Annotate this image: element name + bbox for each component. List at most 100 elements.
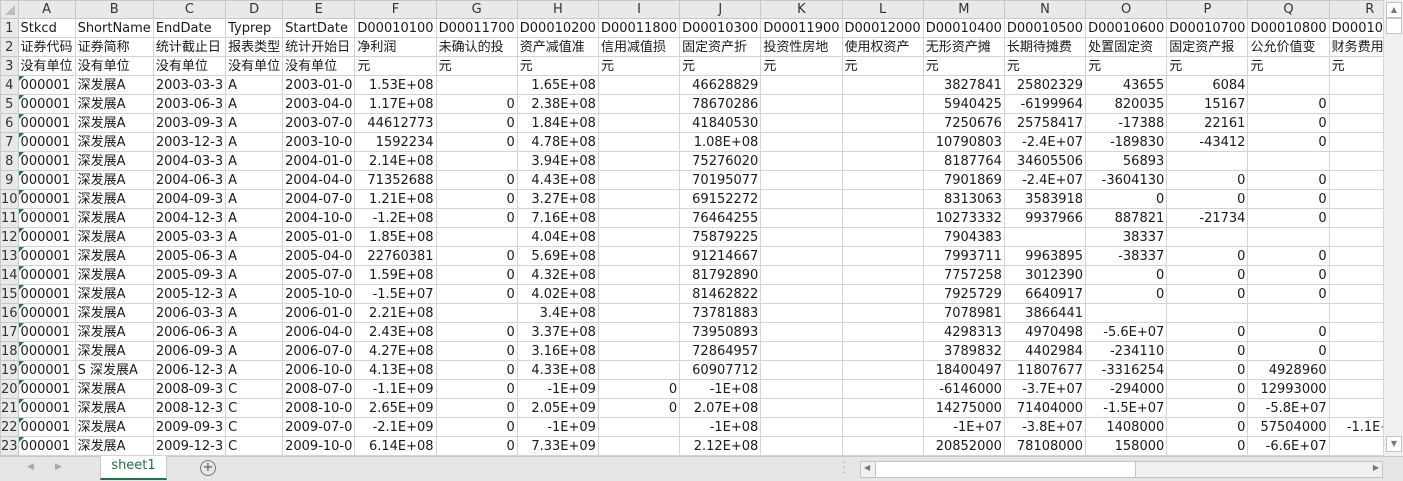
cell-J17[interactable]: 73950893 <box>679 322 762 342</box>
cell-F15[interactable]: -1.5E+07 <box>354 284 437 304</box>
cell-L16[interactable] <box>841 303 924 323</box>
cell-E10[interactable]: 2004-07-0 <box>282 189 356 209</box>
cell-J7[interactable]: 1.08E+08 <box>679 132 762 152</box>
cell-A15[interactable]: 000001 <box>17 284 76 304</box>
cell-D19[interactable]: A <box>225 360 284 380</box>
cell-P15[interactable]: 0 <box>1166 284 1249 304</box>
cell-I11[interactable] <box>597 208 681 228</box>
cell-B1[interactable]: ShortName <box>74 18 154 38</box>
cell-M5[interactable]: 5940425 <box>922 94 1005 114</box>
row-header[interactable]: 13 <box>0 246 19 266</box>
cell-F11[interactable]: -1.2E+08 <box>354 208 437 228</box>
cell-B11[interactable]: 深发展A <box>74 208 154 228</box>
cell-M19[interactable]: 18400497 <box>922 360 1005 380</box>
cell-O4[interactable]: 43655 <box>1085 75 1168 95</box>
scroll-right-icon[interactable]: ▶ <box>1373 463 1379 472</box>
cell-K11[interactable] <box>760 208 843 228</box>
cell-P22[interactable]: 0 <box>1166 417 1249 437</box>
cell-L14[interactable] <box>841 265 924 285</box>
cell-F5[interactable]: 1.17E+08 <box>354 94 437 114</box>
cell-I15[interactable] <box>597 284 681 304</box>
cell-Q23[interactable]: -6.6E+07 <box>1247 436 1330 456</box>
cell-J3[interactable]: 元 <box>679 56 762 76</box>
cell-I20[interactable]: 0 <box>597 379 681 399</box>
cell-H16[interactable]: 3.4E+08 <box>516 303 599 323</box>
triangle-right-icon[interactable]: ▶ <box>55 462 62 472</box>
cell-H2[interactable]: 资产减值准 <box>516 37 599 57</box>
cell-R2[interactable]: 财务费用(收 <box>1328 37 1383 57</box>
cell-H6[interactable]: 1.84E+08 <box>516 113 599 133</box>
cell-N10[interactable]: 3583918 <box>1003 189 1087 209</box>
row-header[interactable]: 1 <box>0 18 19 38</box>
cell-A12[interactable]: 000001 <box>17 227 76 247</box>
cell-R18[interactable]: 0 <box>1328 341 1383 361</box>
row-header[interactable]: 12 <box>0 227 19 247</box>
cell-N21[interactable]: 71404000 <box>1003 398 1087 418</box>
column-header-H[interactable]: H <box>516 0 599 19</box>
cell-E9[interactable]: 2004-04-0 <box>282 170 356 190</box>
cell-N22[interactable]: -3.8E+07 <box>1003 417 1087 437</box>
cell-O22[interactable]: 1408000 <box>1085 417 1168 437</box>
cell-E12[interactable]: 2005-01-0 <box>282 227 356 247</box>
cell-F16[interactable]: 2.21E+08 <box>354 303 437 323</box>
cell-A8[interactable]: 000001 <box>17 151 76 171</box>
row-header[interactable]: 19 <box>0 360 19 380</box>
cell-I14[interactable] <box>597 265 681 285</box>
cell-J21[interactable]: 2.07E+08 <box>679 398 762 418</box>
cell-A11[interactable]: 000001 <box>17 208 76 228</box>
cell-J22[interactable]: -1E+08 <box>679 417 762 437</box>
cell-M12[interactable]: 7904383 <box>922 227 1005 247</box>
cell-C5[interactable]: 2003-06-3 <box>152 94 227 114</box>
cell-Q4[interactable] <box>1247 75 1330 95</box>
triangle-left-icon[interactable]: ◀ <box>27 462 34 472</box>
cell-A20[interactable]: 000001 <box>17 379 76 399</box>
row-header[interactable]: 11 <box>0 208 19 228</box>
cell-A4[interactable]: 000001 <box>17 75 76 95</box>
cell-R9[interactable]: 0 <box>1328 170 1383 190</box>
cell-H14[interactable]: 4.32E+08 <box>516 265 599 285</box>
cell-D11[interactable]: A <box>225 208 284 228</box>
cell-O10[interactable]: 0 <box>1085 189 1168 209</box>
cell-D13[interactable]: A <box>225 246 284 266</box>
row-header[interactable]: 16 <box>0 303 19 323</box>
cell-L18[interactable] <box>841 341 924 361</box>
cell-C7[interactable]: 2003-12-3 <box>152 132 227 152</box>
row-header[interactable]: 10 <box>0 189 19 209</box>
cell-B18[interactable]: 深发展A <box>74 341 154 361</box>
cell-G8[interactable] <box>435 151 518 171</box>
cell-I1[interactable]: D00011800 <box>597 18 681 38</box>
cell-A17[interactable]: 000001 <box>17 322 76 342</box>
cell-G19[interactable]: 0 <box>435 360 518 380</box>
cell-C21[interactable]: 2008-12-3 <box>152 398 227 418</box>
cell-E18[interactable]: 2006-07-0 <box>282 341 356 361</box>
cell-A19[interactable]: 000001 <box>17 360 76 380</box>
cell-G3[interactable]: 元 <box>435 56 518 76</box>
cell-F13[interactable]: 22760381 <box>354 246 437 266</box>
cell-C4[interactable]: 2003-03-3 <box>152 75 227 95</box>
cell-M7[interactable]: 10790803 <box>922 132 1005 152</box>
cell-P11[interactable]: -21734 <box>1166 208 1249 228</box>
row-header[interactable]: 4 <box>0 75 19 95</box>
cell-L19[interactable] <box>841 360 924 380</box>
column-header-Q[interactable]: Q <box>1247 0 1330 19</box>
cell-P1[interactable]: D00010700 <box>1166 18 1249 38</box>
row-header[interactable]: 5 <box>0 94 19 114</box>
cell-B17[interactable]: 深发展A <box>74 322 154 342</box>
cell-P18[interactable]: 0 <box>1166 341 1249 361</box>
cell-K9[interactable] <box>760 170 843 190</box>
cell-P4[interactable]: 6084 <box>1166 75 1249 95</box>
cell-M22[interactable]: -1E+07 <box>922 417 1005 437</box>
cell-E15[interactable]: 2005-10-0 <box>282 284 356 304</box>
cell-L11[interactable] <box>841 208 924 228</box>
cell-G7[interactable]: 0 <box>435 132 518 152</box>
row-header[interactable]: 22 <box>0 417 19 437</box>
cell-F6[interactable]: 44612773 <box>354 113 437 133</box>
cell-A10[interactable]: 000001 <box>17 189 76 209</box>
cell-D23[interactable]: C <box>225 436 284 456</box>
cell-C12[interactable]: 2005-03-3 <box>152 227 227 247</box>
cell-A3[interactable]: 没有单位 <box>17 56 76 76</box>
cell-J20[interactable]: -1E+08 <box>679 379 762 399</box>
cell-A21[interactable]: 000001 <box>17 398 76 418</box>
column-header-C[interactable]: C <box>152 0 227 19</box>
cell-I10[interactable] <box>597 189 681 209</box>
